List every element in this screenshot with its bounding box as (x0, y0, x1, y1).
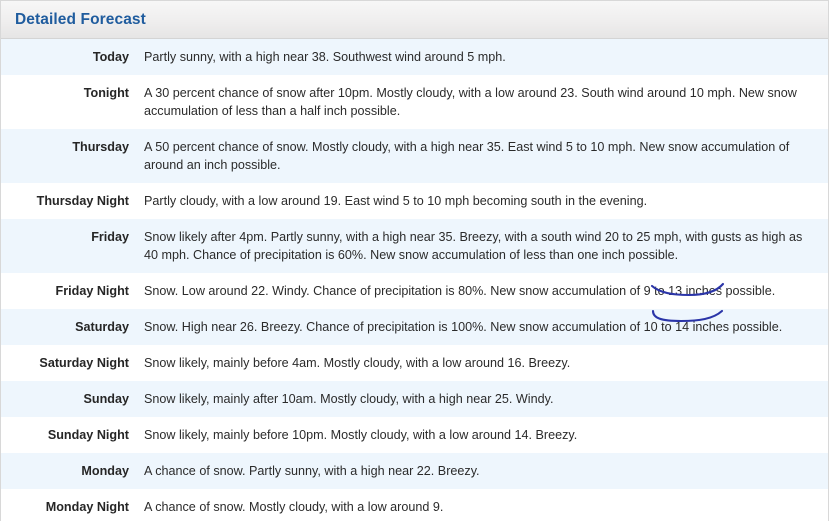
forecast-period-label: Sunday Night (47, 428, 129, 442)
forecast-table: Today Partly sunny, with a high near 38. … (1, 39, 828, 521)
forecast-period-label: Monday Night (45, 500, 129, 514)
table-row: Saturday Night Snow likely, mainly before… (1, 345, 828, 381)
forecast-period-label: Friday Night (55, 284, 129, 298)
forecast-period-text: A 50 percent chance of snow. Mostly clou… (144, 140, 790, 172)
panel-header: Detailed Forecast (1, 1, 828, 39)
forecast-period-label: Today (92, 50, 129, 64)
forecast-period-text: Snow likely, mainly before 10pm. Mostly … (144, 428, 578, 442)
table-row: Thursday A 50 percent chance of snow. Mos… (1, 129, 828, 183)
forecast-period-label: Friday (91, 230, 129, 244)
detailed-forecast-panel: Detailed Forecast Today Partly sunny, wit… (0, 0, 829, 521)
forecast-period-label: Sunday (83, 392, 130, 406)
forecast-period-text: Snow likely, mainly before 4am. Mostly c… (144, 356, 571, 370)
forecast-period-label: Saturday (75, 320, 129, 334)
forecast-period-text: A 30 percent chance of snow after 10pm. … (144, 86, 797, 118)
table-row: Monday A chance of snow. Partly sunny, wi… (1, 453, 828, 489)
forecast-period-text: Snow likely after 4pm. Partly sunny, wit… (144, 230, 803, 262)
table-row: Sunday Night Snow likely, mainly before 1… (1, 417, 828, 453)
table-row: Saturday Snow. High near 26. Breezy. Chan… (1, 309, 828, 345)
table-row: Today Partly sunny, with a high near 38. … (1, 39, 828, 75)
forecast-table-body: Today Partly sunny, with a high near 38. … (1, 39, 828, 521)
table-row: Friday Snow likely after 4pm. Partly sunn… (1, 219, 828, 273)
table-row: Tonight A 30 percent chance of snow after… (1, 75, 828, 129)
forecast-period-text: A chance of snow. Mostly cloudy, with a … (144, 500, 444, 514)
forecast-period-label: Thursday (72, 140, 129, 154)
page-title: Detailed Forecast (15, 10, 146, 28)
table-row: Friday Night Snow. Low around 22. Windy. … (1, 273, 828, 309)
forecast-period-text: Snow. Low around 22. Windy. Chance of pr… (144, 284, 776, 298)
forecast-period-label: Tonight (83, 86, 129, 100)
forecast-period-text: Snow. High near 26. Breezy. Chance of pr… (144, 320, 783, 334)
forecast-period-label: Thursday Night (36, 194, 129, 208)
table-row: Sunday Snow likely, mainly after 10am. Mo… (1, 381, 828, 417)
forecast-period-label: Saturday Night (39, 356, 129, 370)
forecast-period-text: A chance of snow. Partly sunny, with a h… (144, 464, 480, 478)
table-row: Monday Night A chance of snow. Mostly clo… (1, 489, 828, 521)
table-row: Thursday Night Partly cloudy, with a low … (1, 183, 828, 219)
forecast-period-label: Monday (81, 464, 129, 478)
forecast-period-text: Snow likely, mainly after 10am. Mostly c… (144, 392, 554, 406)
forecast-period-text: Partly sunny, with a high near 38. South… (144, 50, 506, 64)
forecast-period-text: Partly cloudy, with a low around 19. Eas… (144, 194, 648, 208)
